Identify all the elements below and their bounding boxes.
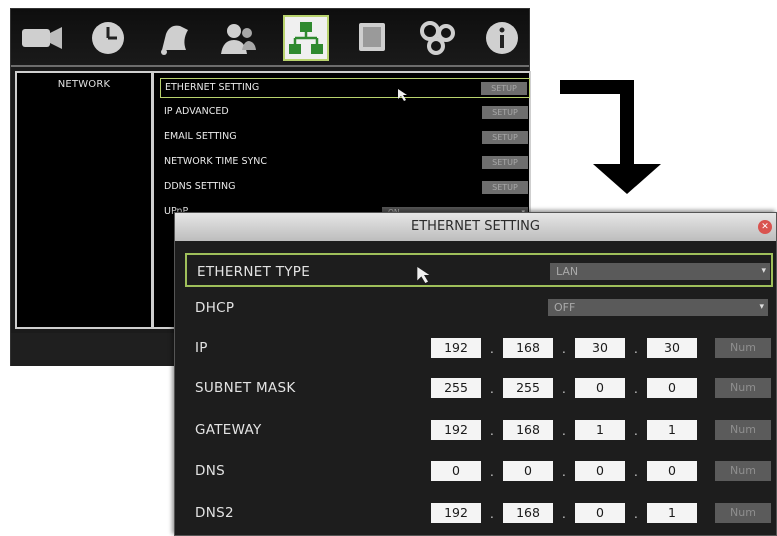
- octet-separator: .: [634, 382, 638, 396]
- dns2-octet-4[interactable]: 1: [647, 503, 697, 523]
- arrow-connector-vertical: [620, 80, 634, 176]
- gateway-octet-2[interactable]: 168: [503, 420, 553, 440]
- network-icon[interactable]: [283, 15, 329, 61]
- dhcp-row: DHCP OFF ▾: [185, 291, 773, 325]
- info-icon[interactable]: [479, 15, 525, 61]
- side-nav-panel: NETWORK: [15, 71, 153, 329]
- subnet-octet-1[interactable]: 255: [431, 378, 481, 398]
- gateway-octet-4[interactable]: 1: [647, 420, 697, 440]
- close-icon[interactable]: ✕: [758, 220, 772, 234]
- nav-title: NETWORK: [57, 79, 111, 90]
- main-toolbar: [11, 9, 529, 67]
- ip-octet-4[interactable]: 30: [647, 338, 697, 358]
- setup-button[interactable]: SETUP: [482, 106, 528, 119]
- menu-item-label: ETHERNET SETTING: [165, 82, 260, 93]
- menu-item-email-setting[interactable]: EMAIL SETTING SETUP: [160, 128, 530, 148]
- users-icon[interactable]: [215, 15, 261, 61]
- ip-octet-3[interactable]: 30: [575, 338, 625, 358]
- arrow-down-icon: [593, 164, 661, 194]
- menu-item-ip-advanced[interactable]: IP ADVANCED SETUP: [160, 103, 530, 123]
- octet-separator: .: [634, 424, 638, 438]
- octet-separator: .: [490, 342, 494, 356]
- num-button[interactable]: Num: [715, 338, 771, 358]
- menu-item-label: NETWORK TIME SYNC: [164, 156, 268, 167]
- octet-separator: .: [562, 382, 566, 396]
- monitor-icon[interactable]: [349, 15, 395, 61]
- octet-separator: .: [634, 507, 638, 521]
- chevron-down-icon: ▾: [761, 266, 766, 276]
- ip-row: IP 192 . 168 . 30 . 30 Num: [185, 331, 773, 365]
- ip-octet-1[interactable]: 192: [431, 338, 481, 358]
- dns-octet-4[interactable]: 0: [647, 461, 697, 481]
- dns-octet-1[interactable]: 0: [431, 461, 481, 481]
- ethernet-type-select[interactable]: LAN ▾: [550, 263, 770, 280]
- octet-separator: .: [490, 424, 494, 438]
- num-button[interactable]: Num: [715, 461, 771, 481]
- dialog-title: ETHERNET SETTING ✕: [175, 213, 776, 241]
- menu-item-network-time-sync[interactable]: NETWORK TIME SYNC SETUP: [160, 153, 530, 173]
- ip-label: IP: [195, 340, 208, 356]
- camera-icon[interactable]: [19, 15, 65, 61]
- dns2-row: DNS2 192 . 168 . 0 . 1 Num: [185, 496, 773, 530]
- ethernet-type-row: ETHERNET TYPE LAN ▾: [185, 253, 773, 287]
- dns-octet-2[interactable]: 0: [503, 461, 553, 481]
- octet-separator: .: [562, 342, 566, 356]
- clock-icon[interactable]: [85, 15, 131, 61]
- octet-separator: .: [562, 507, 566, 521]
- octet-separator: .: [634, 342, 638, 356]
- menu-item-label: IP ADVANCED: [164, 106, 229, 117]
- subnet-octet-4[interactable]: 0: [647, 378, 697, 398]
- subnet-octet-2[interactable]: 255: [503, 378, 553, 398]
- octet-separator: .: [490, 382, 494, 396]
- dns2-octet-3[interactable]: 0: [575, 503, 625, 523]
- setup-button[interactable]: SETUP: [482, 131, 528, 144]
- chevron-down-icon: ▾: [759, 302, 764, 312]
- gears-icon[interactable]: [415, 15, 461, 61]
- dns2-octet-2[interactable]: 168: [503, 503, 553, 523]
- dns-octet-3[interactable]: 0: [575, 461, 625, 481]
- octet-separator: .: [490, 465, 494, 479]
- dns-row: DNS 0 . 0 . 0 . 0 Num: [185, 454, 773, 488]
- dns2-octet-1[interactable]: 192: [431, 503, 481, 523]
- num-button[interactable]: Num: [715, 378, 771, 398]
- dhcp-value: OFF: [554, 301, 576, 314]
- setup-button[interactable]: SETUP: [482, 181, 528, 194]
- setup-button[interactable]: SETUP: [481, 82, 527, 95]
- subnet-octet-3[interactable]: 0: [575, 378, 625, 398]
- menu-item-ddns-setting[interactable]: DDNS SETTING SETUP: [160, 178, 530, 198]
- dns-label: DNS: [195, 463, 225, 479]
- menu-item-label: DDNS SETTING: [164, 181, 236, 192]
- ethernet-type-value: LAN: [556, 265, 579, 278]
- octet-separator: .: [562, 424, 566, 438]
- octet-separator: .: [490, 507, 494, 521]
- subnet-mask-label: SUBNET MASK: [195, 380, 296, 396]
- num-button[interactable]: Num: [715, 420, 771, 440]
- ethernet-setting-dialog: ETHERNET SETTING ✕ ETHERNET TYPE LAN ▾ D…: [174, 212, 777, 536]
- dialog-title-text: ETHERNET SETTING: [411, 219, 540, 234]
- setup-button[interactable]: SETUP: [482, 156, 528, 169]
- mouse-pointer-icon: [398, 89, 407, 101]
- dns2-label: DNS2: [195, 505, 234, 521]
- octet-separator: .: [562, 465, 566, 479]
- ip-octet-2[interactable]: 168: [503, 338, 553, 358]
- dhcp-select[interactable]: OFF ▾: [548, 299, 768, 316]
- gateway-label: GATEWAY: [195, 422, 262, 438]
- dhcp-label: DHCP: [195, 300, 235, 316]
- gateway-row: GATEWAY 192 . 168 . 1 . 1 Num: [185, 413, 773, 447]
- octet-separator: .: [634, 465, 638, 479]
- bell-icon[interactable]: [151, 15, 197, 61]
- ethernet-type-label: ETHERNET TYPE: [197, 264, 311, 280]
- subnet-mask-row: SUBNET MASK 255 . 255 . 0 . 0 Num: [185, 371, 773, 405]
- menu-item-label: EMAIL SETTING: [164, 131, 237, 142]
- menu-item-ethernet-setting[interactable]: ETHERNET SETTING SETUP: [160, 78, 530, 98]
- num-button[interactable]: Num: [715, 503, 771, 523]
- mouse-pointer-icon: [417, 267, 430, 283]
- gateway-octet-1[interactable]: 192: [431, 420, 481, 440]
- gateway-octet-3[interactable]: 1: [575, 420, 625, 440]
